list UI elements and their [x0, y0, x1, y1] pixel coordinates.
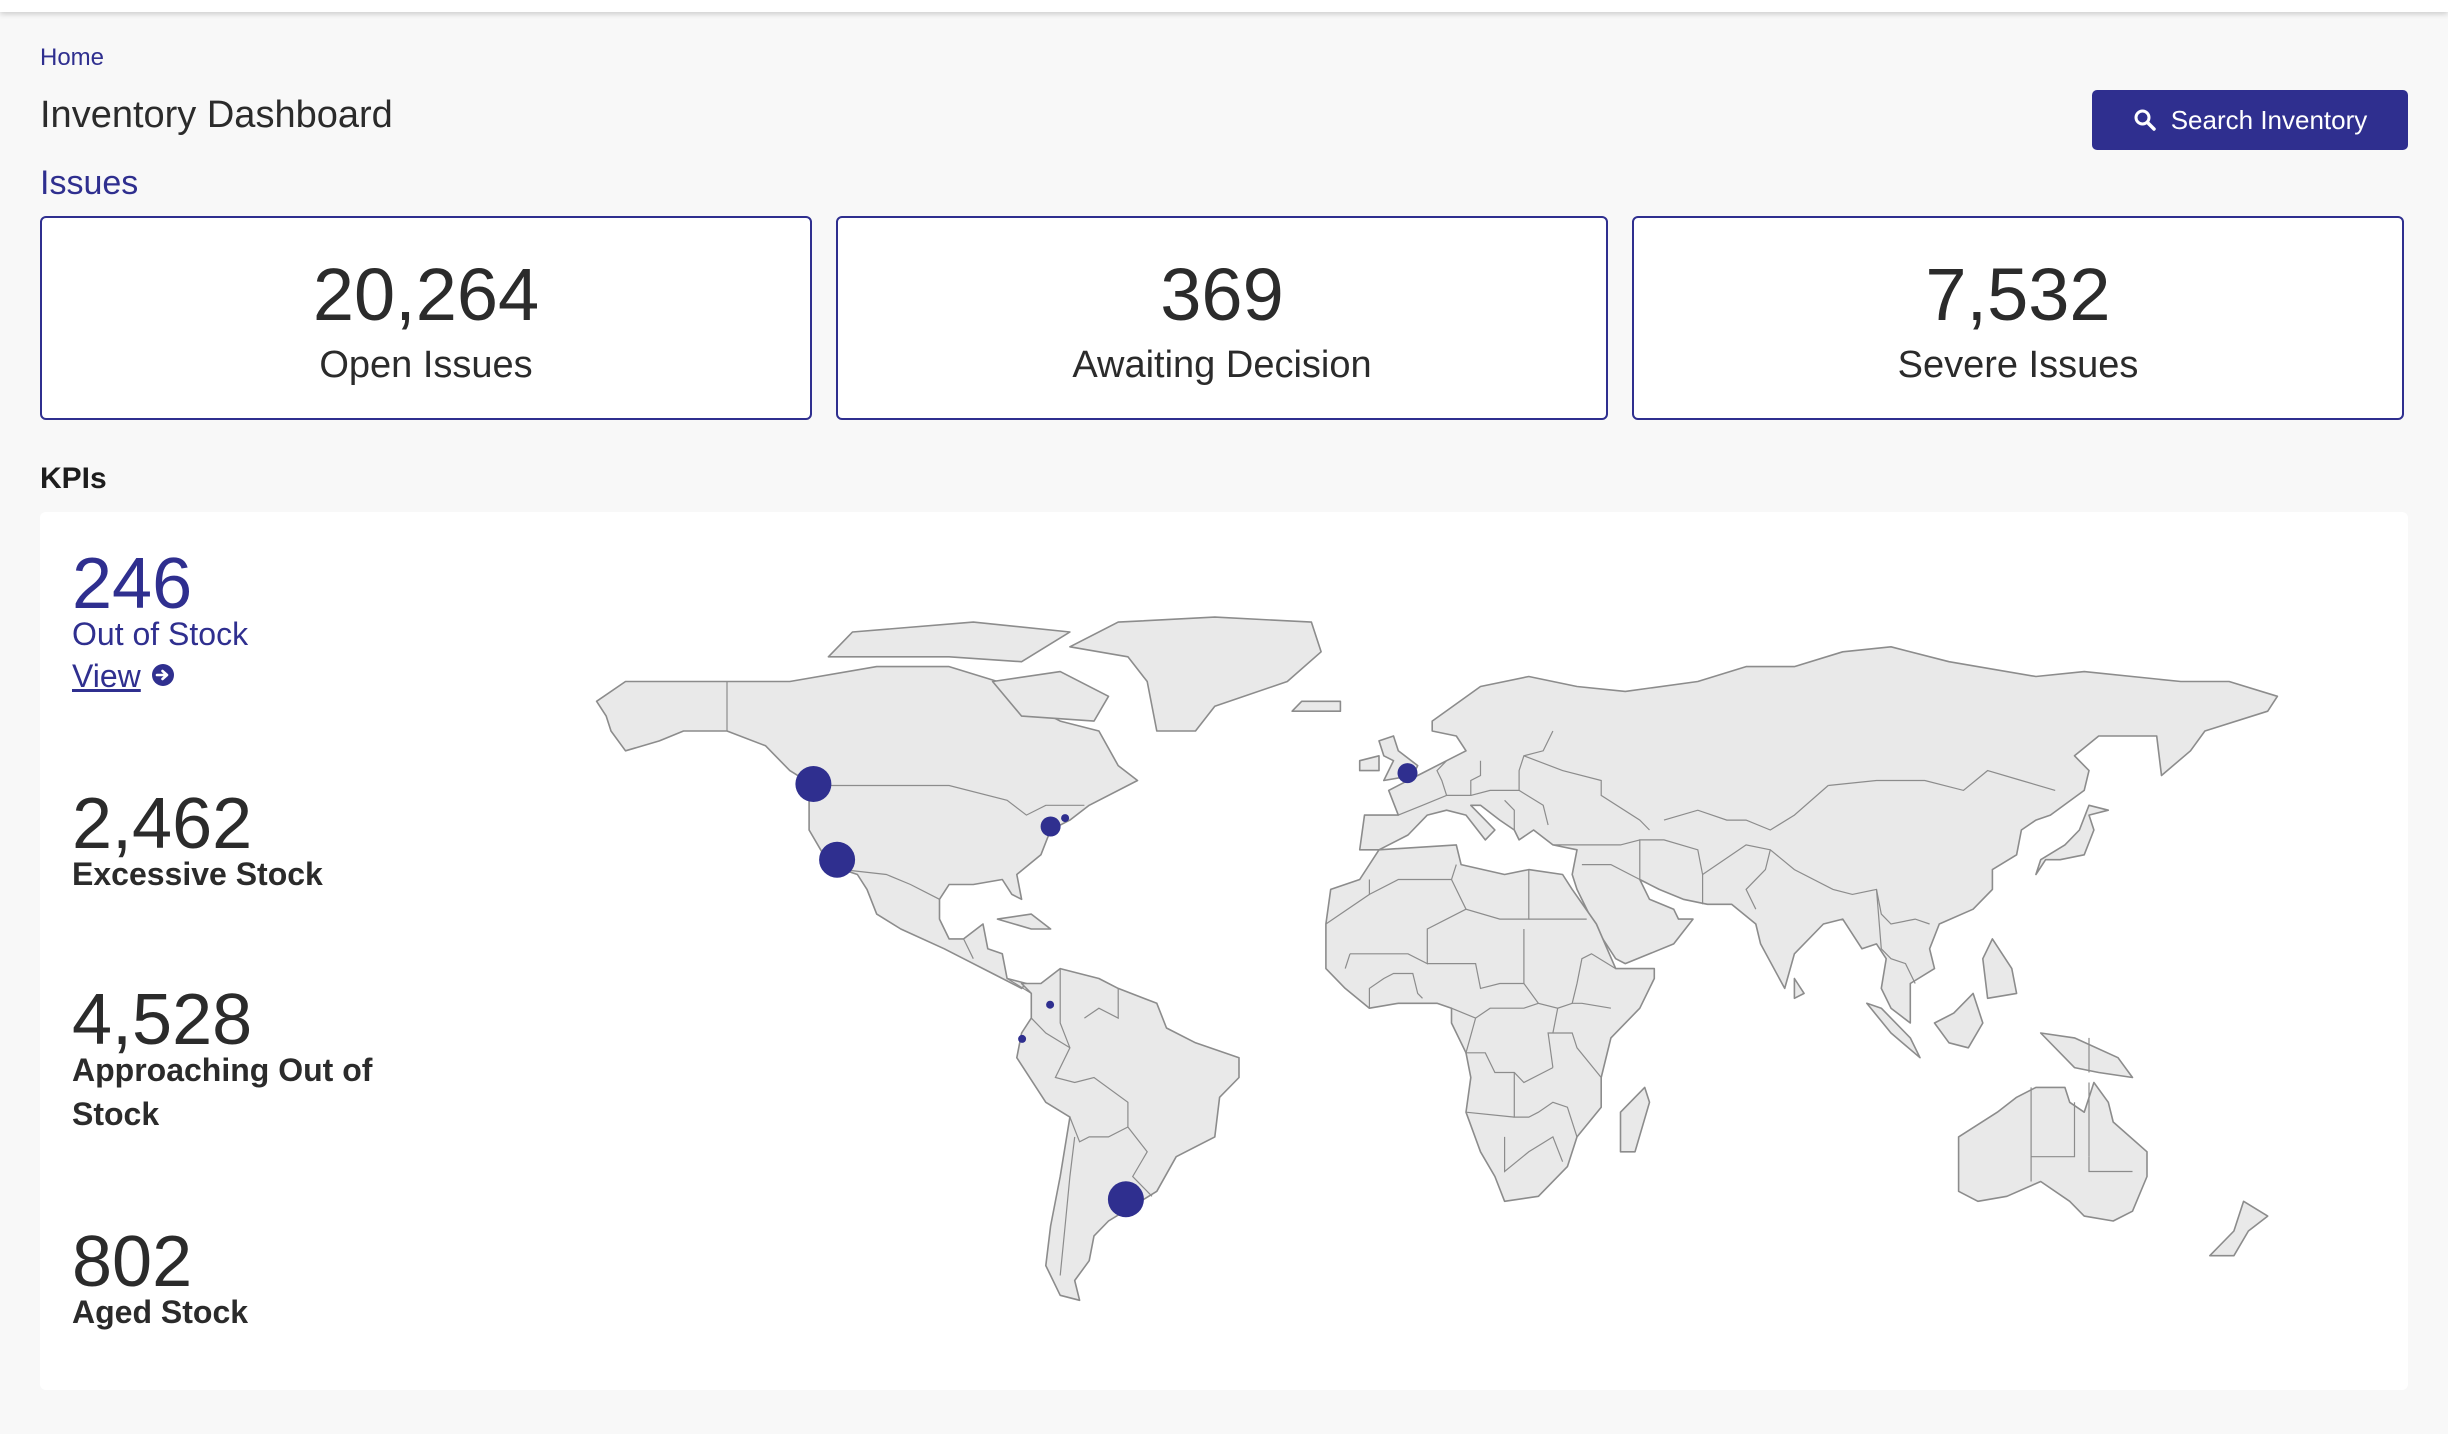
kpi-out-of-stock-card[interactable]: 246 Out of Stock View: [40, 512, 428, 730]
open-issues-label: Open Issues: [319, 344, 533, 386]
view-link-label: View: [72, 658, 141, 694]
map-marker-guayaquil[interactable]: [1018, 1034, 1027, 1043]
landmass-south-america: [1015, 967, 1240, 1302]
landmass-borneo: [1933, 992, 1984, 1049]
search-icon: [2133, 108, 2157, 132]
landmass-ireland: [1358, 754, 1380, 772]
kpi-aged-stock-label: Aged Stock: [72, 1294, 249, 1330]
landmass-madagascar: [1619, 1086, 1651, 1153]
landmass-iceland: [1291, 700, 1342, 713]
map-marker-bogota[interactable]: [1046, 1000, 1055, 1009]
kpi-approaching-out-of-stock-label: Approaching Out of Stock: [72, 1052, 373, 1132]
map-marker-vancouver[interactable]: [795, 766, 832, 802]
map-marker-london[interactable]: [1397, 763, 1418, 784]
kpi-excessive-stock-label: Excessive Stock: [72, 856, 323, 892]
landmass-australia: [1957, 1081, 2148, 1222]
kpis-section-label: KPIs: [40, 462, 107, 495]
severe-issues-card[interactable]: 7,532 Severe Issues: [1632, 216, 2404, 420]
landmass-cuba: [996, 913, 1052, 930]
open-issues-card[interactable]: 20,264 Open Issues: [40, 216, 812, 420]
kpi-aged-stock-card[interactable]: 802 Aged Stock: [40, 1190, 396, 1364]
kpi-approaching-out-of-stock-value: 4,528: [72, 980, 253, 1060]
page-title: Inventory Dashboard: [40, 94, 393, 136]
landmass-greenland: [1069, 616, 1322, 732]
issues-section-label: Issues: [40, 164, 139, 202]
search-inventory-button[interactable]: Search Inventory: [2092, 90, 2408, 150]
kpi-excessive-stock-card[interactable]: 2,462 Excessive Stock: [40, 752, 396, 928]
kpi-out-of-stock-view-link[interactable]: View: [72, 658, 175, 695]
landmass-new-guinea: [2039, 1032, 2134, 1079]
breadcrumb-home[interactable]: Home: [40, 44, 104, 72]
open-issues-count: 20,264: [312, 253, 540, 336]
map-marker-new-york[interactable]: [1040, 816, 1061, 837]
kpi-excessive-stock-value: 2,462: [72, 784, 253, 864]
map-marker-los-angeles[interactable]: [819, 841, 856, 878]
awaiting-decision-count: 369: [1160, 253, 1284, 336]
world-map-land: [595, 616, 2279, 1302]
awaiting-decision-label: Awaiting Decision: [1072, 344, 1372, 386]
map-marker-boston[interactable]: [1061, 814, 1070, 823]
world-map: [595, 616, 2279, 1302]
kpi-aged-stock-value: 802: [72, 1222, 193, 1302]
landmass-philippines: [1982, 938, 2018, 1000]
kpi-out-of-stock-label: Out of Stock: [72, 616, 249, 652]
search-inventory-label: Search Inventory: [2170, 104, 2368, 135]
kpi-approaching-out-of-stock-card[interactable]: 4,528 Approaching Out of Stock: [40, 950, 396, 1168]
landmass-new-zealand: [2209, 1200, 2269, 1257]
top-bar: [0, 0, 2448, 12]
awaiting-decision-card[interactable]: 369 Awaiting Decision: [836, 216, 1608, 420]
severe-issues-count: 7,532: [1925, 253, 2111, 336]
severe-issues-label: Severe Issues: [1897, 344, 2139, 386]
landmass-sri-lanka: [1793, 977, 1805, 1000]
map-marker-buenos-aires[interactable]: [1107, 1181, 1144, 1218]
landmass-sumatra: [1866, 1002, 1921, 1059]
kpi-out-of-stock-value: 246: [72, 544, 193, 624]
landmass-arctic-islands: [827, 621, 1071, 663]
arrow-circle-right-icon: [151, 658, 175, 695]
